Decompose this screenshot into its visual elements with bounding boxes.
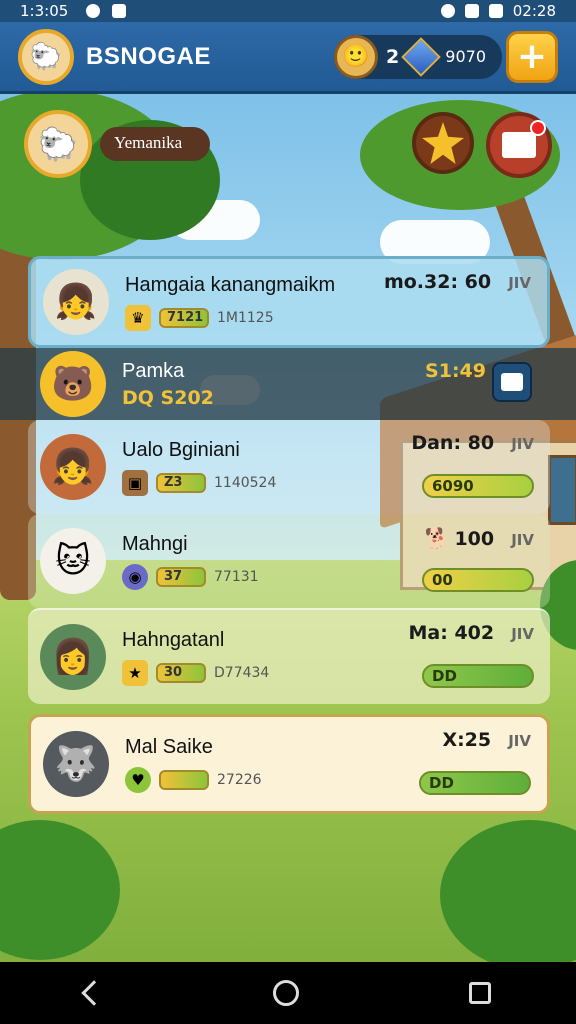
recents-icon[interactable] bbox=[469, 982, 491, 1004]
progress-bar: DD bbox=[422, 664, 534, 688]
back-icon[interactable] bbox=[81, 980, 107, 1006]
player-score: X:25 bbox=[442, 729, 492, 751]
android-nav-bar bbox=[0, 962, 576, 1024]
player-avatar[interactable]: 🐑 bbox=[18, 28, 74, 85]
dog-icon: 🐕 bbox=[424, 526, 450, 550]
player-score: Ma: 402 bbox=[408, 622, 495, 644]
progress-bar: 00 bbox=[422, 568, 534, 592]
star-icon: ★ bbox=[122, 659, 148, 686]
alarm-icon bbox=[440, 4, 455, 18]
stat-bar bbox=[159, 769, 209, 790]
list-item[interactable]: 👧 Hamgaia kanangmaikm ♛ 7121 1M1125 mo.3… bbox=[28, 256, 550, 348]
player-score: S1:49 bbox=[425, 360, 486, 382]
stat-value: 1M1125 bbox=[217, 309, 274, 326]
notification-icon bbox=[86, 4, 101, 18]
chat-button[interactable] bbox=[492, 362, 532, 402]
list-item[interactable]: 👩 Hahngatanl ★ 30 D77434 Ma: 402 JIV DD bbox=[28, 608, 550, 704]
wolf-avatar-icon: 🐺 bbox=[43, 731, 109, 797]
list-item[interactable]: 👧 Ualo Bginiani ▣ Z3 1140524 Dan: 80 JIV… bbox=[28, 420, 550, 514]
stat-value: 1140524 bbox=[214, 474, 277, 491]
cat-avatar-icon: 🐱 bbox=[40, 528, 106, 594]
notification-dot bbox=[530, 120, 546, 136]
add-currency-button[interactable]: + bbox=[506, 30, 558, 83]
player-score: mo.32: 60 bbox=[383, 271, 492, 293]
status-bar: 1:3:05 02:28 bbox=[0, 0, 576, 22]
top-app-bar: 🐑 BSNOGAE 🙂 2 9070 + bbox=[0, 22, 576, 94]
currency-display: 🙂 2 9070 bbox=[334, 34, 502, 79]
star-icon bbox=[422, 122, 464, 164]
currency-amount: 9070 bbox=[445, 47, 486, 66]
currency-count: 2 bbox=[386, 45, 400, 68]
score-tag: JIV bbox=[511, 435, 534, 453]
signal-icon bbox=[488, 4, 503, 18]
player-score: Dan: 80 bbox=[411, 432, 495, 454]
progress-bar: DD bbox=[419, 771, 531, 795]
profile-avatar[interactable]: 🐑 bbox=[24, 110, 92, 178]
orb-icon: ◉ bbox=[122, 563, 148, 590]
mail-button[interactable] bbox=[486, 112, 552, 178]
score-tag: JIV bbox=[508, 732, 531, 750]
stat-bar: 7121 bbox=[159, 307, 209, 328]
character-icon: 🙂 bbox=[334, 34, 379, 79]
score-tag: JIV bbox=[511, 531, 534, 549]
stat-bar: Z3 bbox=[156, 472, 206, 493]
app-title: BSNOGAE bbox=[86, 42, 211, 70]
list-item[interactable]: 🐺 Mal Saike ♥ 27226 X:25 JIV DD bbox=[28, 714, 550, 814]
stat-value: D77434 bbox=[214, 664, 270, 681]
house-window bbox=[548, 455, 576, 525]
bear-avatar-icon: 🐻 bbox=[40, 351, 106, 417]
list-item[interactable]: 🐻 Pamka DQ S202 S1:49 bbox=[0, 348, 576, 420]
stat-value: 77131 bbox=[214, 568, 259, 585]
girl-avatar-icon: 👧 bbox=[40, 434, 106, 500]
app-notification-icon bbox=[112, 4, 127, 18]
chat-icon bbox=[501, 373, 523, 391]
stat-bar: 30 bbox=[156, 662, 206, 683]
score-tag: JIV bbox=[508, 274, 531, 292]
profile-name: Yemanika bbox=[100, 127, 211, 161]
girl-avatar-icon: 👧 bbox=[43, 269, 109, 335]
wifi-icon bbox=[464, 4, 479, 18]
list-item[interactable]: 🐱 Mahngi ◉ 37 77131 🐕 100 JIV 00 bbox=[28, 514, 550, 608]
player-score: 100 bbox=[454, 528, 495, 550]
rewards-button[interactable] bbox=[412, 112, 474, 174]
home-icon[interactable] bbox=[273, 980, 299, 1006]
crown-icon: ♛ bbox=[125, 304, 151, 331]
mail-icon bbox=[502, 120, 546, 158]
girl-avatar-icon: 👩 bbox=[40, 624, 106, 690]
stat-value: 27226 bbox=[217, 771, 262, 788]
profile-row: 🐑 Yemanika bbox=[24, 110, 211, 178]
box-icon: ▣ bbox=[122, 469, 148, 496]
stat-bar: 37 bbox=[156, 566, 206, 587]
status-clock: 02:28 bbox=[512, 2, 556, 20]
leaderboard-list: 👧 Hamgaia kanangmaikm ♛ 7121 1M1125 mo.3… bbox=[0, 256, 576, 814]
status-time: 1:3:05 bbox=[20, 2, 69, 20]
progress-bar: 6090 bbox=[422, 474, 534, 498]
score-tag: JIV bbox=[511, 625, 534, 643]
heart-icon: ♥ bbox=[125, 766, 151, 793]
gem-icon bbox=[401, 36, 442, 77]
